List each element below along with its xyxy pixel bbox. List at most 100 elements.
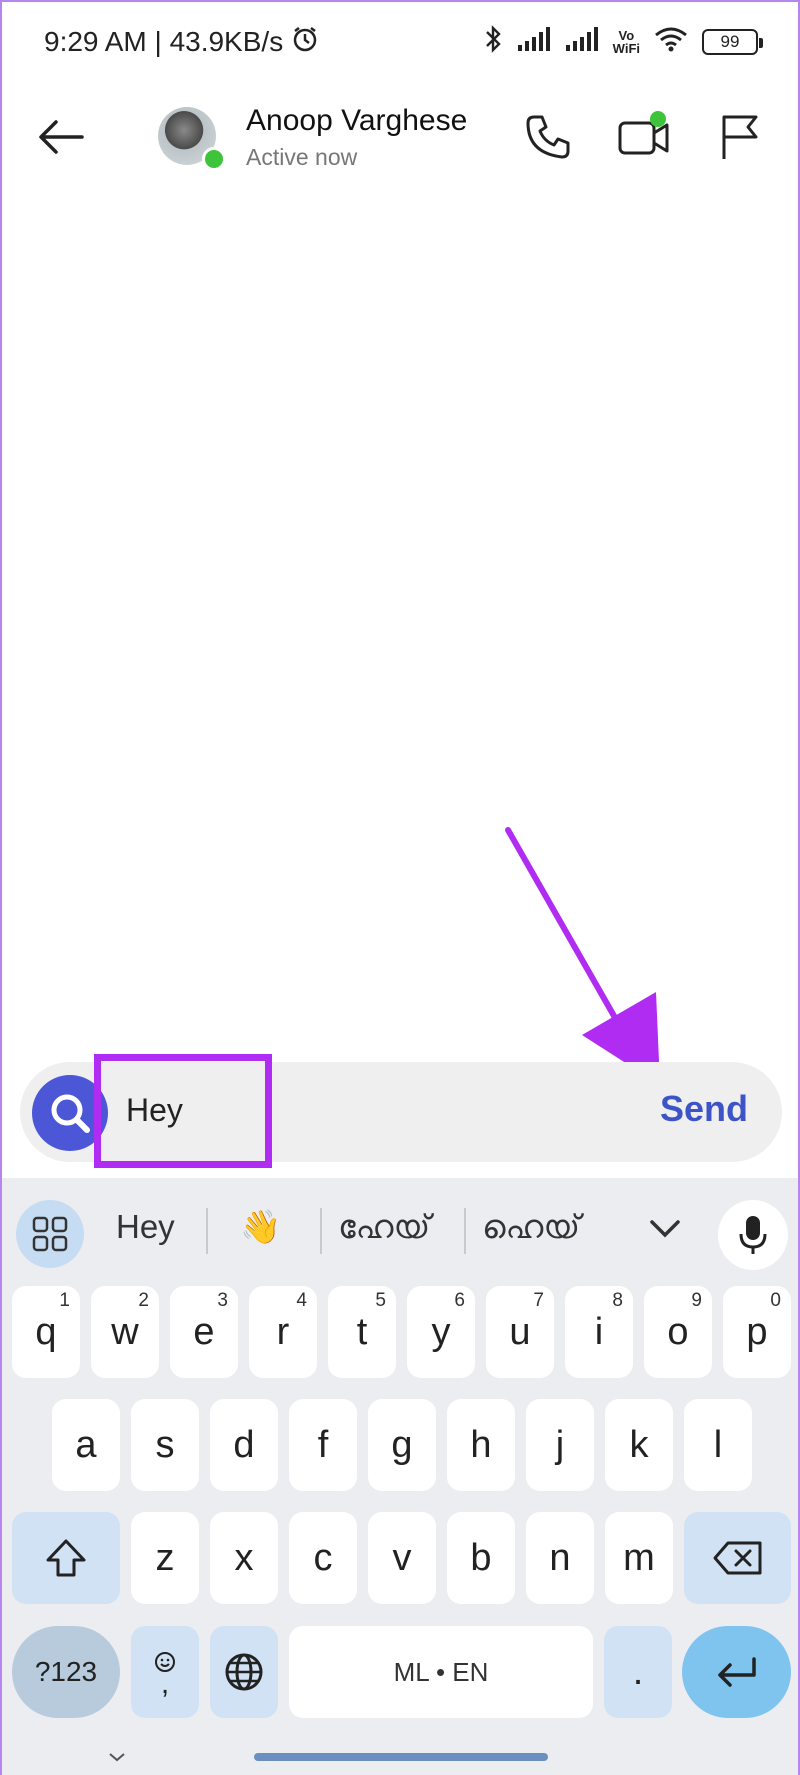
key-o[interactable]: o9 (644, 1286, 712, 1378)
key-hint: 8 (612, 1290, 623, 1311)
contact-status: Active now (246, 143, 358, 170)
key-y[interactable]: y6 (407, 1286, 475, 1378)
send-button[interactable]: Send (660, 1088, 748, 1130)
suggestion-4[interactable]: ഹെയ് (482, 1208, 580, 1247)
key-h[interactable]: h (447, 1399, 515, 1491)
key-z[interactable]: z (131, 1512, 199, 1604)
key-hint: 0 (770, 1290, 781, 1311)
back-arrow-icon (39, 120, 84, 154)
alarm-icon (291, 25, 319, 60)
signal-icon-1 (517, 26, 551, 58)
key-l[interactable]: l (684, 1399, 752, 1491)
suggestion-3[interactable]: ഹേയ് (338, 1208, 430, 1247)
key-e[interactable]: e3 (170, 1286, 238, 1378)
grid-icon (32, 1216, 68, 1252)
suggestion-divider (320, 1208, 322, 1254)
space-key-label: ML • EN (393, 1656, 489, 1687)
key-c[interactable]: c (289, 1512, 357, 1604)
enter-icon (717, 1657, 756, 1687)
key-hint: 3 (217, 1290, 228, 1311)
phone-icon (526, 115, 570, 159)
avatar[interactable] (158, 107, 226, 171)
keyboard: Hey 👋 ഹേയ് ഹെയ് q1 w2 e3 r4 t5 y6 u7 i8 … (2, 1178, 798, 1775)
key-j[interactable]: j (526, 1399, 594, 1491)
chevron-down-icon[interactable] (648, 1214, 682, 1244)
report-button[interactable] (712, 109, 768, 165)
header-actions (520, 109, 774, 165)
vowifi-bottom: WiFi (612, 41, 640, 56)
battery-level: 99 (720, 32, 740, 51)
key-label: y (431, 1310, 451, 1353)
backspace-key[interactable] (684, 1512, 791, 1604)
contact-name: Anoop Varghese (246, 103, 468, 137)
key-d[interactable]: d (210, 1399, 278, 1491)
key-label: i (594, 1310, 604, 1353)
enter-key[interactable] (682, 1626, 791, 1718)
shift-icon (46, 1539, 86, 1577)
input-highlight-box (94, 1054, 272, 1168)
hide-keyboard-icon[interactable] (108, 1751, 126, 1763)
key-b[interactable]: b (447, 1512, 515, 1604)
keyboard-menu-button[interactable] (16, 1200, 84, 1268)
key-label: t (356, 1310, 368, 1353)
key-hint: 2 (138, 1290, 149, 1311)
key-label: w (111, 1310, 139, 1353)
status-left: 9:29 AM | 43.9KB/s (44, 25, 319, 60)
contact-info[interactable]: Anoop Varghese Active now (246, 104, 467, 171)
vowifi-icon: Vo WiFi (613, 29, 640, 55)
annotation-arrow (505, 827, 660, 1080)
suggestion-divider (464, 1208, 466, 1254)
space-key[interactable]: ML • EN (289, 1626, 593, 1718)
key-hint: 5 (375, 1290, 386, 1311)
key-p[interactable]: p0 (723, 1286, 791, 1378)
status-bar: 9:29 AM | 43.9KB/s Vo WiFi 99 (2, 2, 798, 82)
backspace-icon (713, 1541, 761, 1575)
suggestion-divider (206, 1208, 208, 1254)
key-label: q (35, 1310, 57, 1353)
bluetooth-icon (483, 24, 503, 61)
suggestion-2[interactable]: 👋 (240, 1208, 281, 1247)
suggestion-1[interactable]: Hey (116, 1208, 175, 1246)
back-button[interactable] (26, 102, 96, 172)
online-indicator (202, 147, 226, 171)
key-i[interactable]: i8 (565, 1286, 633, 1378)
key-u[interactable]: u7 (486, 1286, 554, 1378)
key-v[interactable]: v (368, 1512, 436, 1604)
status-time-speed: 9:29 AM | 43.9KB/s (44, 26, 284, 57)
language-key[interactable] (210, 1626, 278, 1718)
key-label: o (667, 1310, 689, 1353)
emoji-comma-key[interactable]: , (131, 1626, 199, 1718)
voice-call-button[interactable] (520, 109, 576, 165)
period-key[interactable]: . (604, 1626, 672, 1718)
battery-icon: 99 (702, 29, 763, 55)
key-w[interactable]: w2 (91, 1286, 159, 1378)
key-hint: 1 (59, 1290, 70, 1311)
key-s[interactable]: s (131, 1399, 199, 1491)
key-k[interactable]: k (605, 1399, 673, 1491)
key-a[interactable]: a (52, 1399, 120, 1491)
symbols-key[interactable]: ?123 (12, 1626, 120, 1718)
key-hint: 9 (691, 1290, 702, 1311)
key-f[interactable]: f (289, 1399, 357, 1491)
chat-header: Anoop Varghese Active now (2, 82, 798, 192)
suggestion-bar: Hey 👋 ഹേയ് ഹെയ് (2, 1178, 798, 1288)
key-label: p (746, 1310, 768, 1353)
voice-input-button[interactable] (718, 1200, 788, 1270)
key-x[interactable]: x (210, 1512, 278, 1604)
key-g[interactable]: g (368, 1399, 436, 1491)
flag-icon (722, 115, 758, 159)
search-icon (51, 1094, 90, 1133)
key-label: r (276, 1310, 290, 1353)
key-n[interactable]: n (526, 1512, 594, 1604)
home-indicator[interactable] (254, 1753, 548, 1761)
video-active-dot (650, 111, 666, 127)
signal-icon-2 (565, 26, 599, 58)
microphone-icon (739, 1216, 767, 1254)
key-r[interactable]: r4 (249, 1286, 317, 1378)
key-m[interactable]: m (605, 1512, 673, 1604)
shift-key[interactable] (12, 1512, 120, 1604)
key-t[interactable]: t5 (328, 1286, 396, 1378)
comma-label: , (160, 1667, 170, 1700)
key-q[interactable]: q1 (12, 1286, 80, 1378)
video-call-button[interactable] (616, 109, 672, 165)
